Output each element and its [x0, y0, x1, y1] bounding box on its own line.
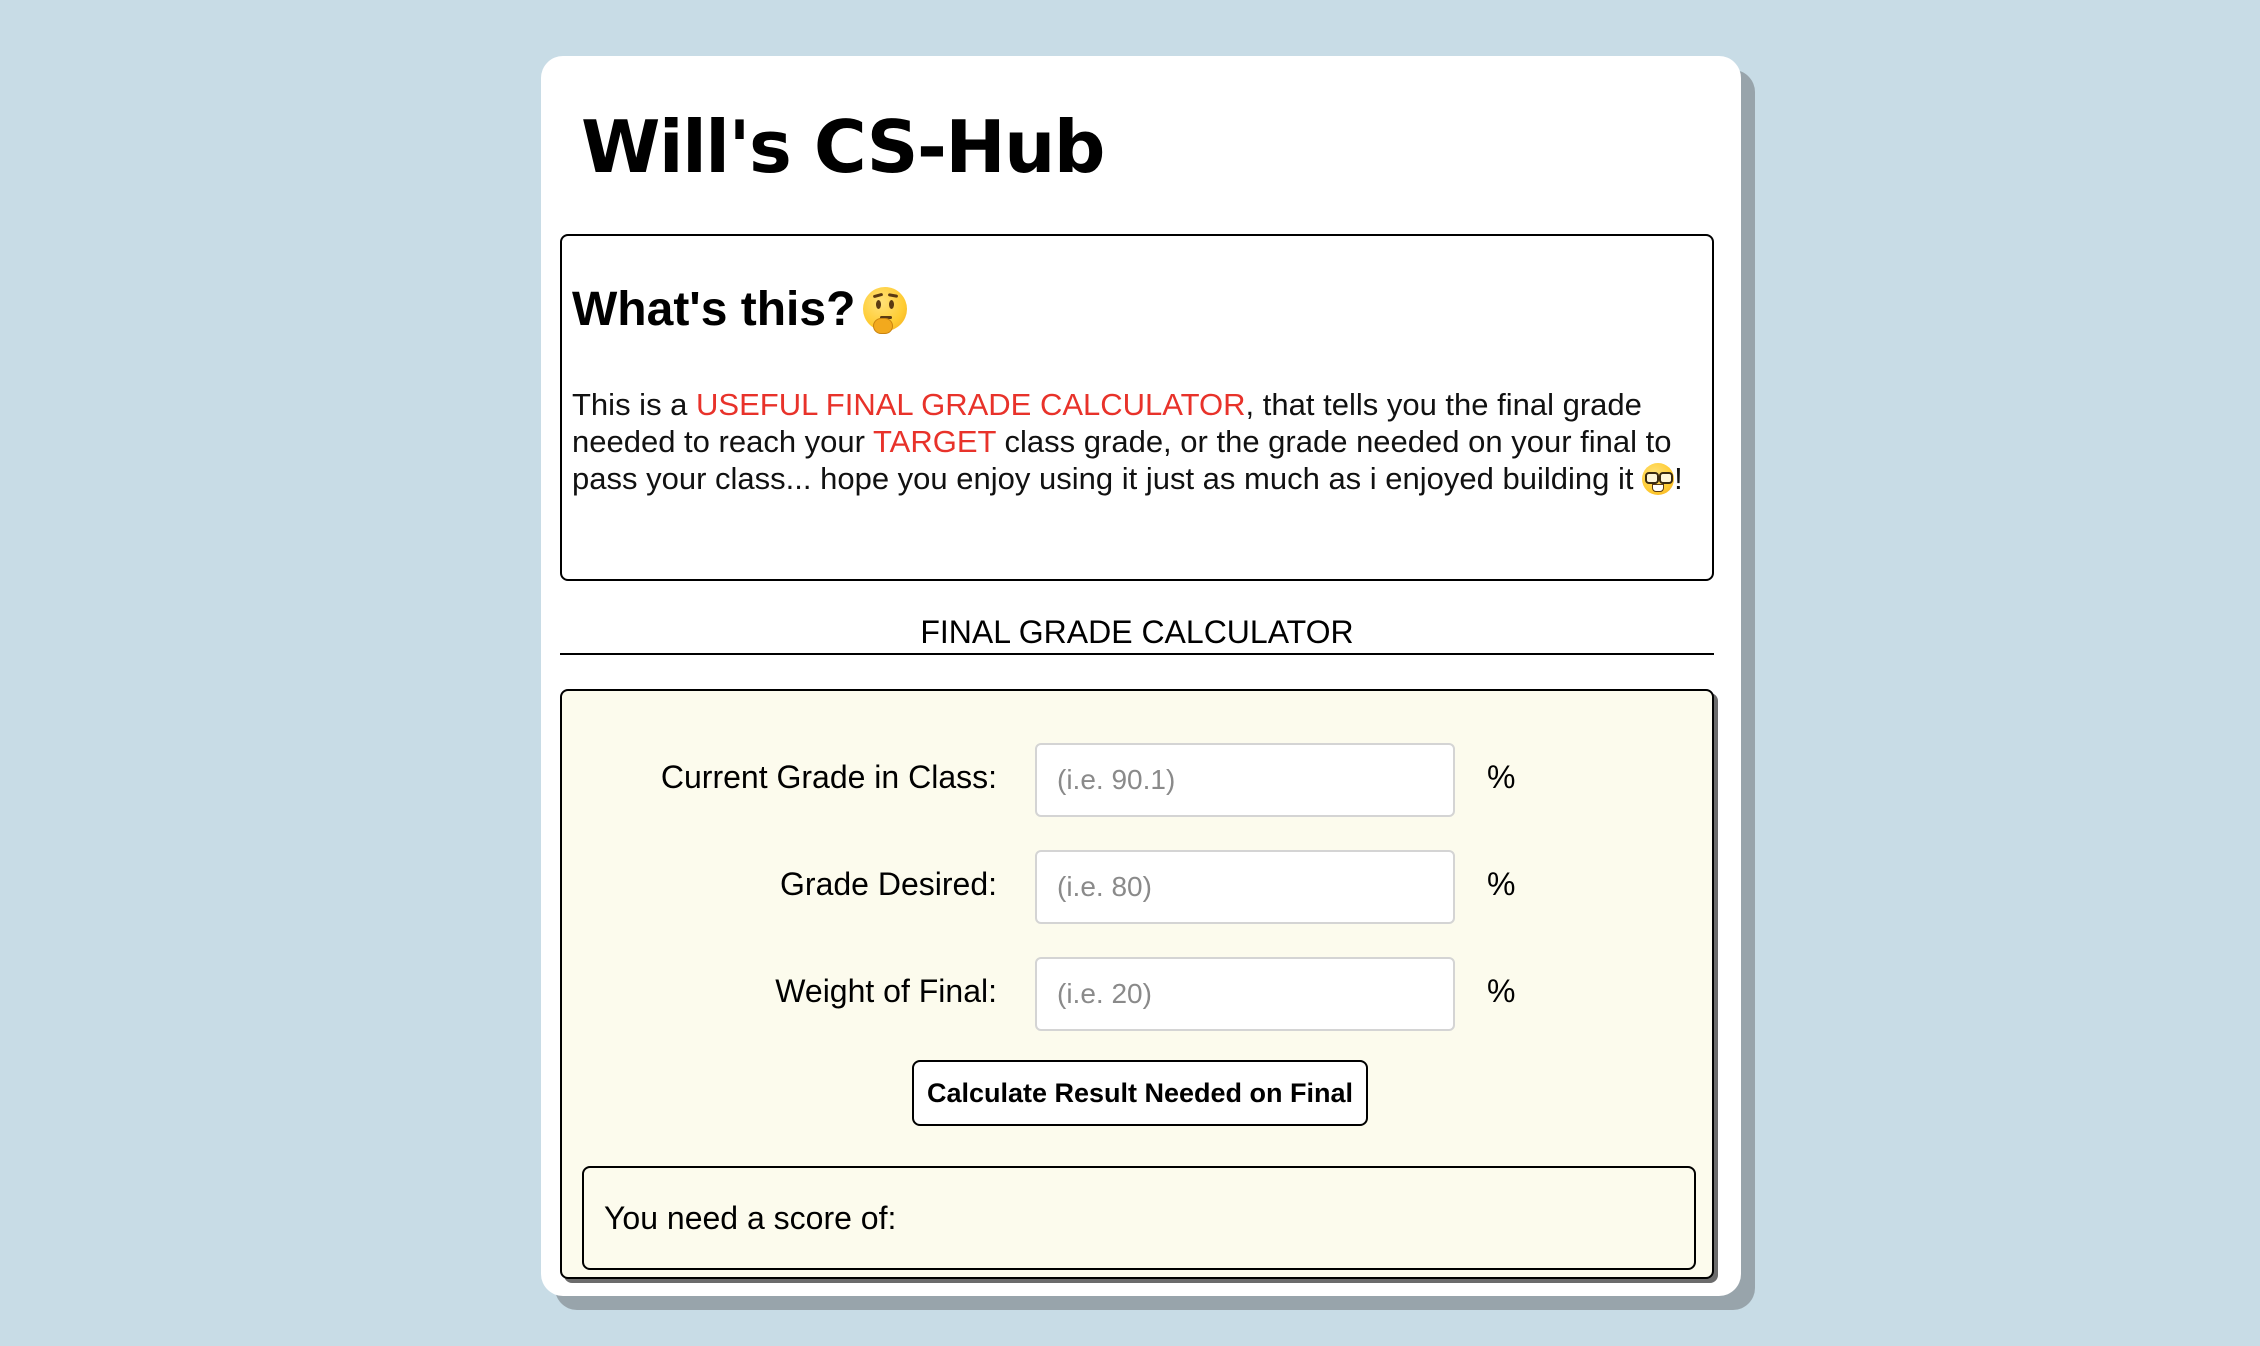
grade-desired-input[interactable]	[1035, 850, 1455, 924]
result-box: You need a score of:	[582, 1166, 1696, 1270]
grade-desired-label: Grade Desired:	[780, 866, 997, 902]
nerd-face-icon	[1642, 462, 1675, 495]
calculator-title: FINAL GRADE CALCULATOR	[920, 614, 1354, 650]
info-box: What's this? This is a USEFUL FINAL GRAD…	[560, 234, 1714, 581]
highlight-target: TARGET	[873, 424, 996, 459]
calculator-panel: Current Grade in Class: % Grade Desired:…	[560, 689, 1714, 1279]
main-card: Will's CS-Hub What's this? This is a USE…	[541, 56, 1741, 1296]
grade-desired-unit: %	[1487, 866, 1516, 902]
result-label: You need a score of:	[604, 1200, 897, 1236]
current-grade-input[interactable]	[1035, 743, 1455, 817]
info-heading-text: What's this?	[572, 283, 856, 336]
current-grade-label: Current Grade in Class:	[660, 759, 997, 795]
final-weight-unit: %	[1487, 973, 1516, 1009]
highlight-calculator-name: USEFUL FINAL GRADE CALCULATOR	[696, 387, 1246, 422]
info-heading: What's this?	[572, 283, 908, 337]
info-description: This is a USEFUL FINAL GRADE CALCULATOR,…	[572, 386, 1702, 497]
calculator-title-divider	[560, 653, 1714, 655]
info-text-end: !	[1674, 461, 1683, 496]
calculate-button[interactable]: Calculate Result Needed on Final	[912, 1060, 1368, 1126]
final-weight-label: Weight of Final:	[775, 973, 997, 1009]
site-title: Will's CS-Hub	[581, 105, 1105, 189]
final-weight-input[interactable]	[1035, 957, 1455, 1031]
current-grade-unit: %	[1487, 759, 1516, 795]
info-text-intro: This is a	[572, 387, 697, 422]
thinking-face-icon	[863, 287, 908, 335]
